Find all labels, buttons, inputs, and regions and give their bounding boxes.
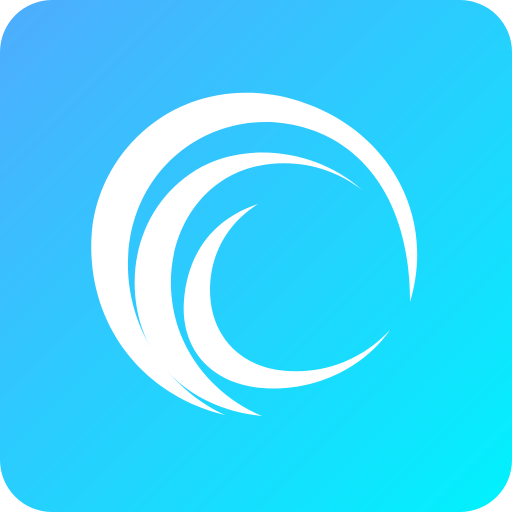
app-icon[interactable] <box>0 0 512 512</box>
app-icon-graphic <box>0 0 512 512</box>
icon-background <box>0 0 512 512</box>
